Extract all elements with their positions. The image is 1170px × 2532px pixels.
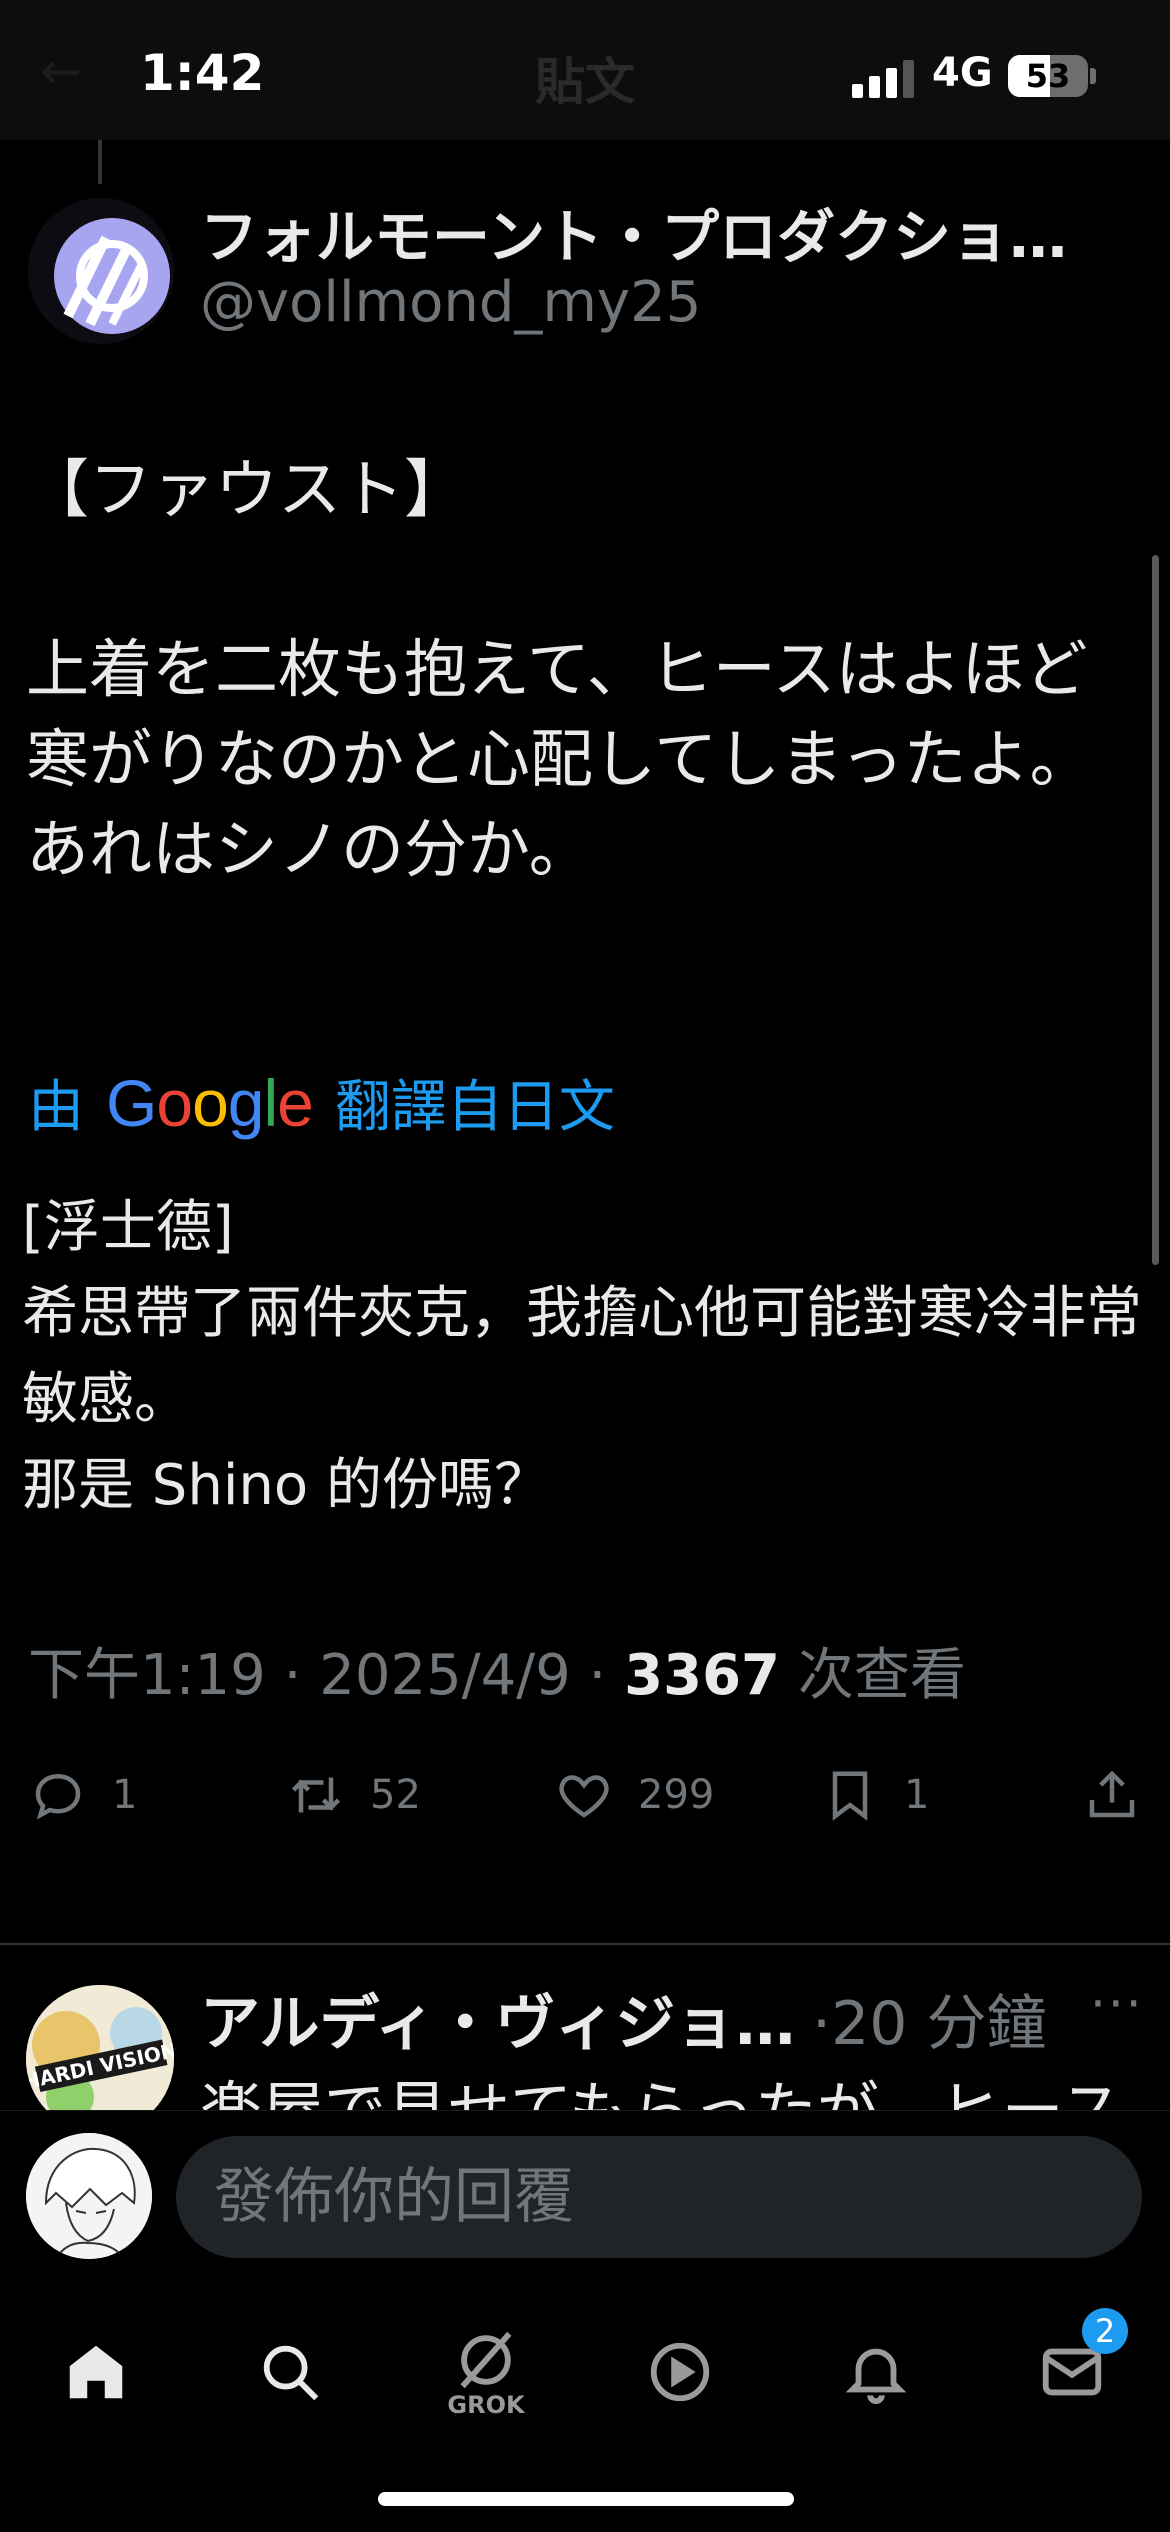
- back-arrow-icon[interactable]: ←: [40, 42, 82, 100]
- video-icon: [650, 2342, 710, 2402]
- page-title: 貼文: [535, 53, 635, 111]
- battery-icon: 53: [1008, 55, 1088, 97]
- retweet-count: 52: [370, 1772, 421, 1818]
- bookmark-icon: [832, 1771, 868, 1821]
- translation-attribution[interactable]: 由 Google 翻譯自日文: [28, 1062, 615, 1143]
- retweet-button[interactable]: 52: [286, 1760, 421, 1830]
- reply-input[interactable]: [176, 2136, 1142, 2258]
- reply-time: ·20 分鐘: [812, 1989, 1047, 2059]
- status-time: 1:42: [140, 44, 265, 102]
- retweet-icon: [291, 1777, 341, 1813]
- bookmark-button[interactable]: 1: [820, 1760, 929, 1830]
- my-avatar[interactable]: [26, 2133, 152, 2259]
- author-handle[interactable]: @vollmond_my25: [200, 270, 701, 335]
- translate-suffix: 翻譯自日文: [334, 1075, 615, 1140]
- author-name[interactable]: フォルモーント・プロダクショ…: [200, 190, 1140, 274]
- reply-text: 楽屋で見せてもらったが、ヒース: [200, 2060, 1123, 2110]
- views-label[interactable]: 次查看: [798, 1643, 966, 1708]
- reply-count: 1: [112, 1772, 138, 1818]
- home-icon: [69, 2345, 123, 2399]
- reply-icon: [35, 1773, 81, 1820]
- battery-level: 53: [1025, 57, 1071, 95]
- more-options-icon[interactable]: ···: [1090, 1975, 1144, 2033]
- nav-grok[interactable]: GROK: [436, 2322, 536, 2422]
- meta-separator: ·: [283, 1643, 302, 1708]
- views-count: 3367: [624, 1643, 781, 1708]
- messages-badge: 2: [1082, 2308, 1128, 2354]
- status-bar: ← 貼文 1:42 4G 53: [0, 0, 1170, 140]
- reply-avatar[interactable]: HARDI VISION: [26, 1985, 174, 2110]
- nav-search[interactable]: [240, 2322, 340, 2422]
- share-button[interactable]: [1082, 1760, 1166, 1830]
- reply-button[interactable]: 1: [28, 1760, 137, 1830]
- author-avatar[interactable]: [28, 198, 174, 344]
- like-count: 299: [638, 1772, 715, 1818]
- share-icon: [1089, 1770, 1135, 1818]
- battery-tip: [1090, 68, 1096, 84]
- like-button[interactable]: 299: [554, 1760, 714, 1830]
- signal-icon: [852, 58, 916, 98]
- google-logo: Google: [106, 1065, 314, 1140]
- translated-text: [浮士德] 希思帶了兩件夾克，我擔心他可能對寒冷非常敏感。 那是 Shino 的…: [22, 1195, 1142, 1518]
- tweet-time: 下午1:19: [28, 1643, 266, 1708]
- translate-prefix: 由: [28, 1075, 84, 1140]
- thread-connector: [98, 140, 102, 184]
- tweet-meta: 下午1:19 · 2025/4/9 · 3367 次查看: [28, 1630, 966, 1711]
- heart-icon: [559, 1775, 609, 1818]
- bookmark-count: 1: [904, 1772, 930, 1818]
- notifications-icon: [845, 2348, 907, 2405]
- tweet-date: 2025/4/9: [319, 1643, 571, 1708]
- nav-notifications[interactable]: [826, 2322, 926, 2422]
- grok-label: GROK: [447, 2391, 525, 2419]
- nav-home[interactable]: [46, 2322, 146, 2422]
- search-icon: [263, 2345, 319, 2401]
- network-type: 4G: [932, 50, 993, 96]
- meta-separator: ·: [588, 1643, 607, 1708]
- reply-list-item[interactable]: HARDI VISION アルディ・ヴィジョ… ·20 分鐘 ··· 楽屋で見せ…: [0, 1945, 1170, 2110]
- home-indicator[interactable]: [378, 2492, 794, 2506]
- grok-icon: [460, 2331, 512, 2389]
- reply-author-name[interactable]: アルディ・ヴィジョ…: [200, 1975, 795, 2062]
- nav-video[interactable]: [630, 2322, 730, 2422]
- scrollbar[interactable]: [1152, 555, 1159, 1265]
- reply-compose-bar: [0, 2110, 1170, 2280]
- tweet-actions: 1 52 299 1: [0, 1760, 1170, 1830]
- tweet-text: 【ファウスト】 上着を二枚も抱えて、ヒースはよほど寒がりなのかと心配してしまった…: [26, 453, 1093, 886]
